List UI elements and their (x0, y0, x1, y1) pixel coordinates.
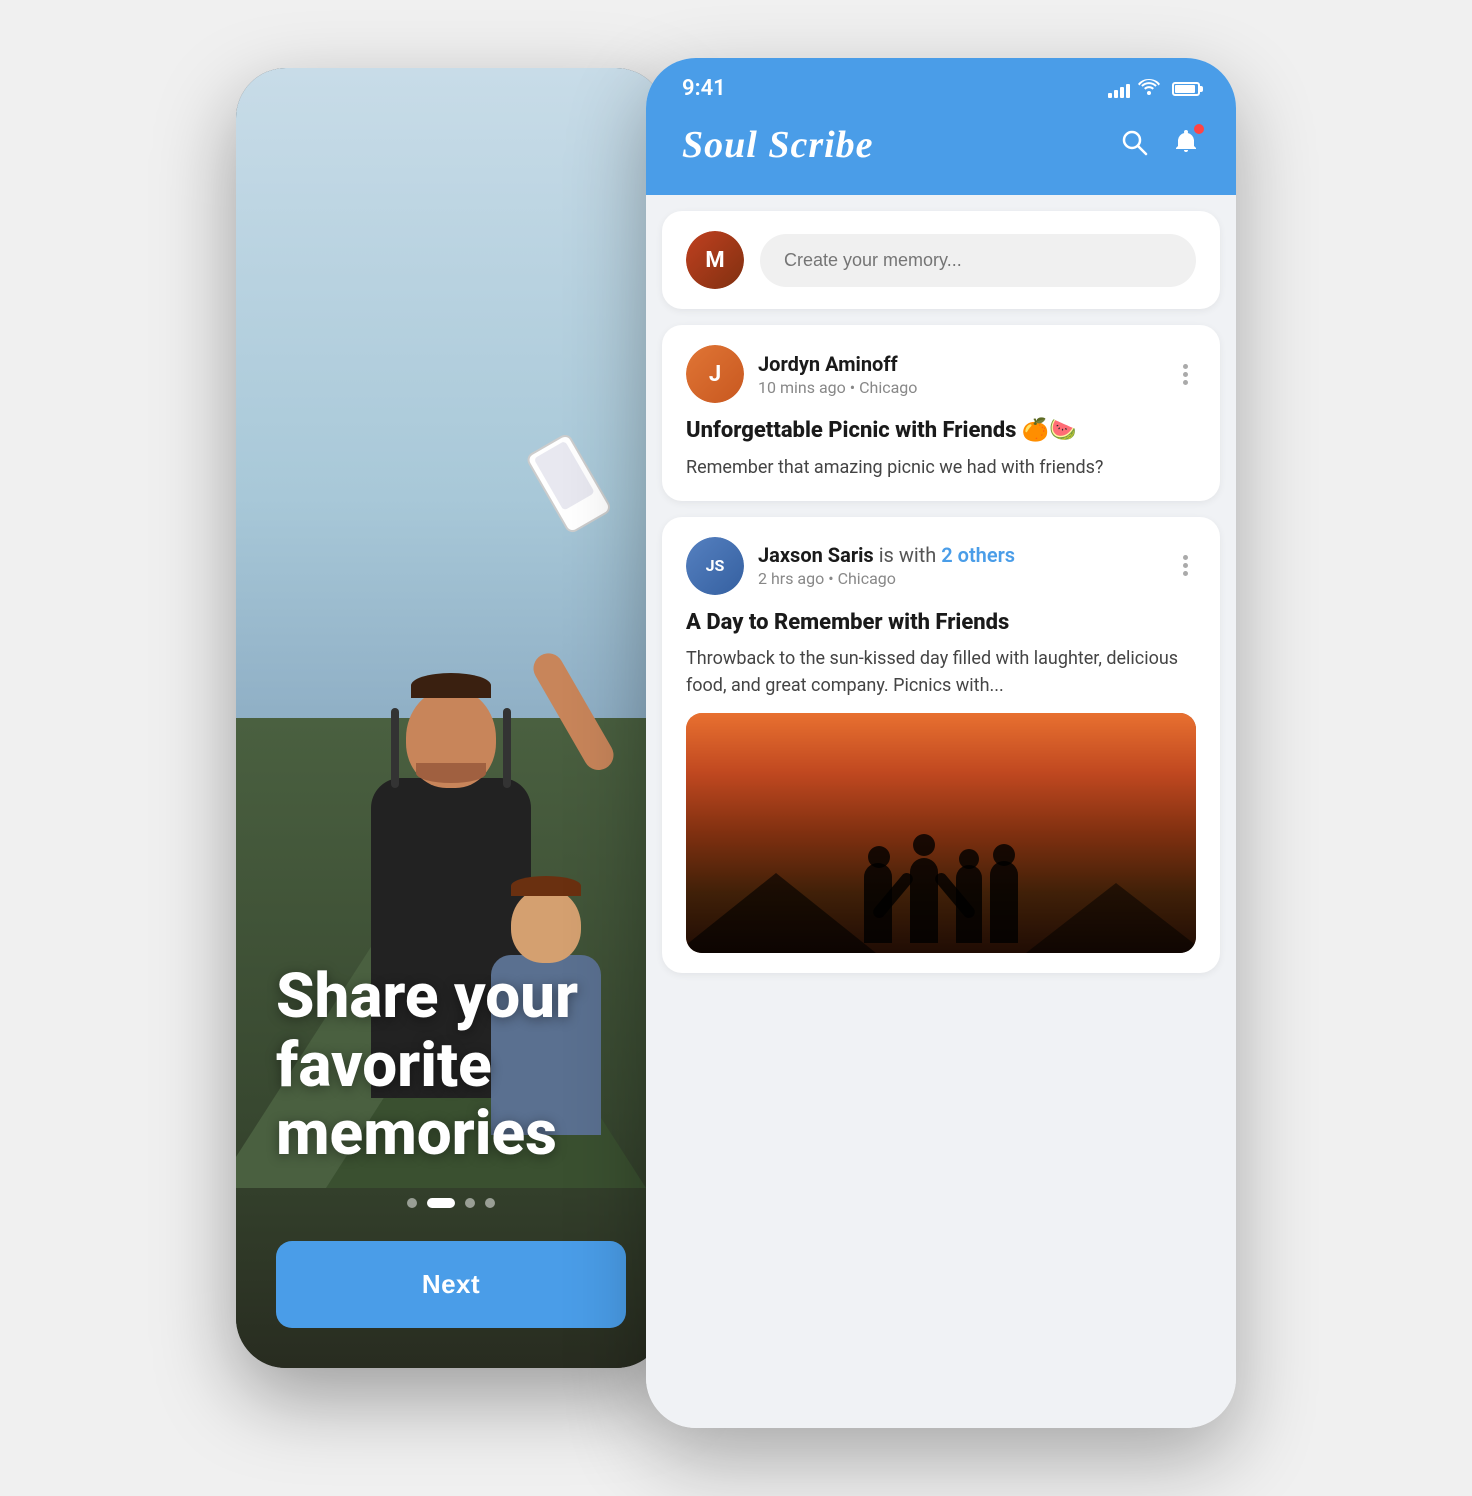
jaxson-avatar: JS (686, 537, 744, 595)
notification-badge (1192, 122, 1206, 136)
hero-text: Share your favorite memories (236, 963, 666, 1168)
my-avatar: M (686, 231, 744, 289)
post-1-title: Unforgettable Picnic with Friends 🍊🍉 (686, 417, 1196, 446)
post-card-1: J Jordyn Aminoff 10 mins ago • Chicago (662, 325, 1220, 501)
more-dot-3 (1183, 380, 1188, 385)
phone-right: 9:41 Soul Scribe (646, 58, 1236, 1428)
jordyn-initial: J (709, 362, 721, 387)
post-2-info: Jaxson Saris is with 2 others 2 hrs ago … (758, 543, 1161, 588)
notification-icon[interactable] (1172, 128, 1200, 163)
post-2-more-button[interactable] (1175, 551, 1196, 580)
phone-left: Share your favorite memories Next (236, 68, 666, 1368)
signal-bars-icon (1108, 80, 1130, 98)
post-2-author-name: Jaxson Saris (758, 543, 874, 567)
post-card-2: JS Jaxson Saris is with 2 others 2 hrs a… (662, 517, 1220, 974)
more-dot-1 (1183, 364, 1188, 369)
next-button[interactable]: Next (276, 1241, 626, 1328)
create-memory-card: M (662, 211, 1220, 309)
post-1-separator: • (850, 378, 859, 397)
mountain-silhouette-right (1026, 883, 1196, 953)
post-1-author: Jordyn Aminoff (758, 352, 1161, 376)
more-dot-5 (1183, 563, 1188, 568)
post-1-time: 10 mins ago (758, 378, 846, 397)
jordyn-avatar-image: J (686, 345, 744, 403)
battery-icon (1172, 82, 1200, 96)
post-1-body: Remember that amazing picnic we had with… (686, 454, 1196, 481)
header-icons (1120, 128, 1200, 163)
post-2-location: Chicago (838, 569, 896, 588)
dot-4[interactable] (485, 1198, 495, 1208)
jaxson-initial: JS (706, 556, 725, 575)
phones-container: Share your favorite memories Next 9:41 (236, 68, 1236, 1428)
post-2-meta: 2 hrs ago • Chicago (758, 569, 1161, 588)
dot-2-active[interactable] (427, 1198, 455, 1208)
post-2-with-text: is with (879, 543, 942, 567)
create-memory-input[interactable] (760, 234, 1196, 287)
post-1-more-button[interactable] (1175, 360, 1196, 389)
post-2-body: Throwback to the sun-kissed day filled w… (686, 645, 1196, 699)
wifi-icon (1138, 77, 1160, 100)
signal-bar-4 (1126, 84, 1130, 98)
jaxson-avatar-image: JS (686, 537, 744, 595)
my-avatar-initial: M (705, 248, 724, 273)
my-avatar-image: M (686, 231, 744, 289)
post-1-info: Jordyn Aminoff 10 mins ago • Chicago (758, 352, 1161, 397)
app-header: Soul Scribe (646, 111, 1236, 195)
silhouette-2 (899, 834, 949, 943)
signal-bar-3 (1120, 87, 1124, 98)
more-dot-2 (1183, 372, 1188, 377)
post-2-header: JS Jaxson Saris is with 2 others 2 hrs a… (686, 537, 1196, 595)
mountain-silhouette-left (686, 873, 876, 953)
signal-bar-2 (1114, 90, 1118, 98)
jordyn-avatar: J (686, 345, 744, 403)
status-icons (1108, 77, 1200, 100)
post-2-others: 2 others (941, 543, 1015, 567)
post-1-meta: 10 mins ago • Chicago (758, 378, 1161, 397)
silhouette-3 (954, 849, 984, 943)
post-2-image (686, 713, 1196, 953)
page-dots (236, 1198, 666, 1228)
dot-1[interactable] (407, 1198, 417, 1208)
status-bar: 9:41 (646, 58, 1236, 111)
more-dot-4 (1183, 555, 1188, 560)
next-btn-container: Next (276, 1241, 626, 1328)
post-2-author: Jaxson Saris is with 2 others (758, 543, 1161, 567)
app-title: Soul Scribe (682, 123, 874, 167)
battery-fill (1175, 85, 1195, 93)
signal-bar-1 (1108, 93, 1112, 98)
dot-3[interactable] (465, 1198, 475, 1208)
silhouette-4 (989, 844, 1019, 943)
app-content: M J Jordyn Aminoff (646, 195, 1236, 1428)
post-2-title: A Day to Remember with Friends (686, 609, 1196, 638)
hero-line1: Share your favorite memories (276, 960, 578, 1169)
post-2-time: 2 hrs ago (758, 569, 824, 588)
post-1-location: Chicago (859, 378, 917, 397)
status-time: 9:41 (682, 76, 726, 101)
left-phone-content: Share your favorite memories (236, 68, 666, 1368)
post-1-author-name: Jordyn Aminoff (758, 352, 898, 376)
more-dot-6 (1183, 571, 1188, 576)
search-icon[interactable] (1120, 128, 1148, 163)
post-1-header: J Jordyn Aminoff 10 mins ago • Chicago (686, 345, 1196, 403)
post-2-separator: • (828, 569, 837, 588)
